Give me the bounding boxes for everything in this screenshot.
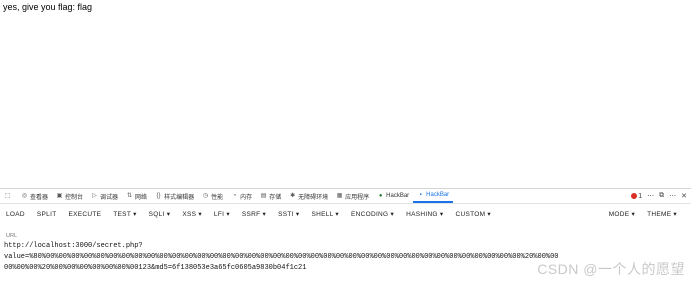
close-icon[interactable]: ✕ <box>681 192 687 200</box>
ssti-menu[interactable]: SSTI ▾ <box>272 210 305 218</box>
tab-label: HackBar <box>426 192 450 198</box>
page-message: yes, give you flag: flag <box>3 2 93 12</box>
tab-label: 控制台 <box>65 194 84 201</box>
tab-debugger[interactable]: ▷ 调试器 <box>87 189 122 203</box>
more-options-icon[interactable]: ⋯ <box>647 192 654 200</box>
tab-accessibility[interactable]: ✱ 无障碍环境 <box>285 189 332 203</box>
hackbar-right-controls: MODE ▾ THEME ▾ <box>603 207 683 221</box>
dock-toggle-icon[interactable]: ⧉ <box>659 192 664 200</box>
tab-style-editor[interactable]: {} 样式编辑器 <box>151 189 198 203</box>
tab-hackbar-2[interactable]: ▪ HackBar <box>413 189 454 203</box>
hashing-menu[interactable]: HASHING ▾ <box>400 210 449 218</box>
accessibility-icon: ✱ <box>290 192 296 199</box>
execute-button[interactable]: EXECUTE <box>62 211 107 218</box>
url-line: http://localhost:3000/secret.php? <box>4 242 143 250</box>
url-label: URL <box>6 233 18 239</box>
style-editor-icon: {} <box>156 192 161 199</box>
network-icon: ⇅ <box>127 192 133 199</box>
hackbar-toolbar: LOAD SPLIT EXECUTE TEST ▾ SQLI ▾ XSS ▾ L… <box>0 207 691 221</box>
memory-icon: ◔ <box>232 192 237 199</box>
watermark: CSDN @一个人的愿望 <box>537 261 685 277</box>
inspector-icon: ◎ <box>21 192 28 199</box>
xss-menu[interactable]: XSS ▾ <box>176 210 208 218</box>
tab-label: 调试器 <box>100 194 119 201</box>
shell-menu[interactable]: SHELL ▾ <box>305 210 345 218</box>
application-icon: ▦ <box>336 192 343 199</box>
tab-console[interactable]: ▣ 控制台 <box>52 189 87 203</box>
hackbar-icon: ▪ <box>419 191 422 198</box>
console-icon: ▣ <box>56 192 63 199</box>
custom-menu[interactable]: CUSTOM ▾ <box>449 210 497 218</box>
error-icon <box>631 192 638 199</box>
load-button[interactable]: LOAD <box>0 211 31 218</box>
tab-label: 查看器 <box>30 194 49 201</box>
split-button[interactable]: SPLIT <box>31 211 63 218</box>
performance-icon: ◷ <box>202 192 209 199</box>
tab-memory[interactable]: ◔ 内存 <box>227 189 256 203</box>
tab-storage[interactable]: ▤ 存储 <box>256 189 285 203</box>
encoding-menu[interactable]: ENCODING ▾ <box>345 210 400 218</box>
pick-element-button[interactable]: ⬚ <box>0 189 17 203</box>
test-menu[interactable]: TEST ▾ <box>107 210 142 218</box>
tab-label: HackBar <box>386 193 410 199</box>
tab-inspector[interactable]: ◎ 查看器 <box>17 189 52 203</box>
tab-application[interactable]: ▦ 应用程序 <box>332 189 373 203</box>
tab-label: 内存 <box>240 194 253 201</box>
sqli-menu[interactable]: SQLI ▾ <box>143 210 177 218</box>
error-count: 1 <box>638 192 643 200</box>
tab-label: 性能 <box>211 194 224 201</box>
tab-network[interactable]: ⇅ 网络 <box>122 189 151 203</box>
tab-label: 应用程序 <box>345 194 370 201</box>
tab-hackbar-1[interactable]: ● HackBar <box>373 189 413 203</box>
lfi-menu[interactable]: LFI ▾ <box>208 210 236 218</box>
ssrf-menu[interactable]: SSRF ▾ <box>236 210 272 218</box>
theme-menu[interactable]: THEME ▾ <box>641 210 683 218</box>
overflow-menu-icon[interactable]: ⋯ <box>669 192 676 200</box>
tab-label: 无障碍环境 <box>298 194 329 201</box>
tab-label: 存储 <box>269 194 282 201</box>
debugger-icon: ▷ <box>92 192 97 199</box>
tab-label: 样式编辑器 <box>164 194 195 201</box>
devtools-tab-bar: ⬚ ◎ 查看器 ▣ 控制台 ▷ 调试器 ⇅ 网络 {} 样式编辑器 ◷ 性能 ◔ 内存 ▤ 存储… <box>0 189 691 204</box>
error-counter[interactable]: 1 <box>631 193 642 200</box>
storage-icon: ▤ <box>260 192 267 199</box>
mode-menu[interactable]: MODE ▾ <box>603 210 641 218</box>
devtools-controls: 1 ⋯ ⧉ ⋯ ✕ <box>631 189 687 203</box>
pick-element-icon: ⬚ <box>4 192 11 199</box>
tab-label: 网络 <box>135 194 148 201</box>
hackbar-icon: ● <box>378 192 383 199</box>
tab-performance[interactable]: ◷ 性能 <box>198 189 227 203</box>
